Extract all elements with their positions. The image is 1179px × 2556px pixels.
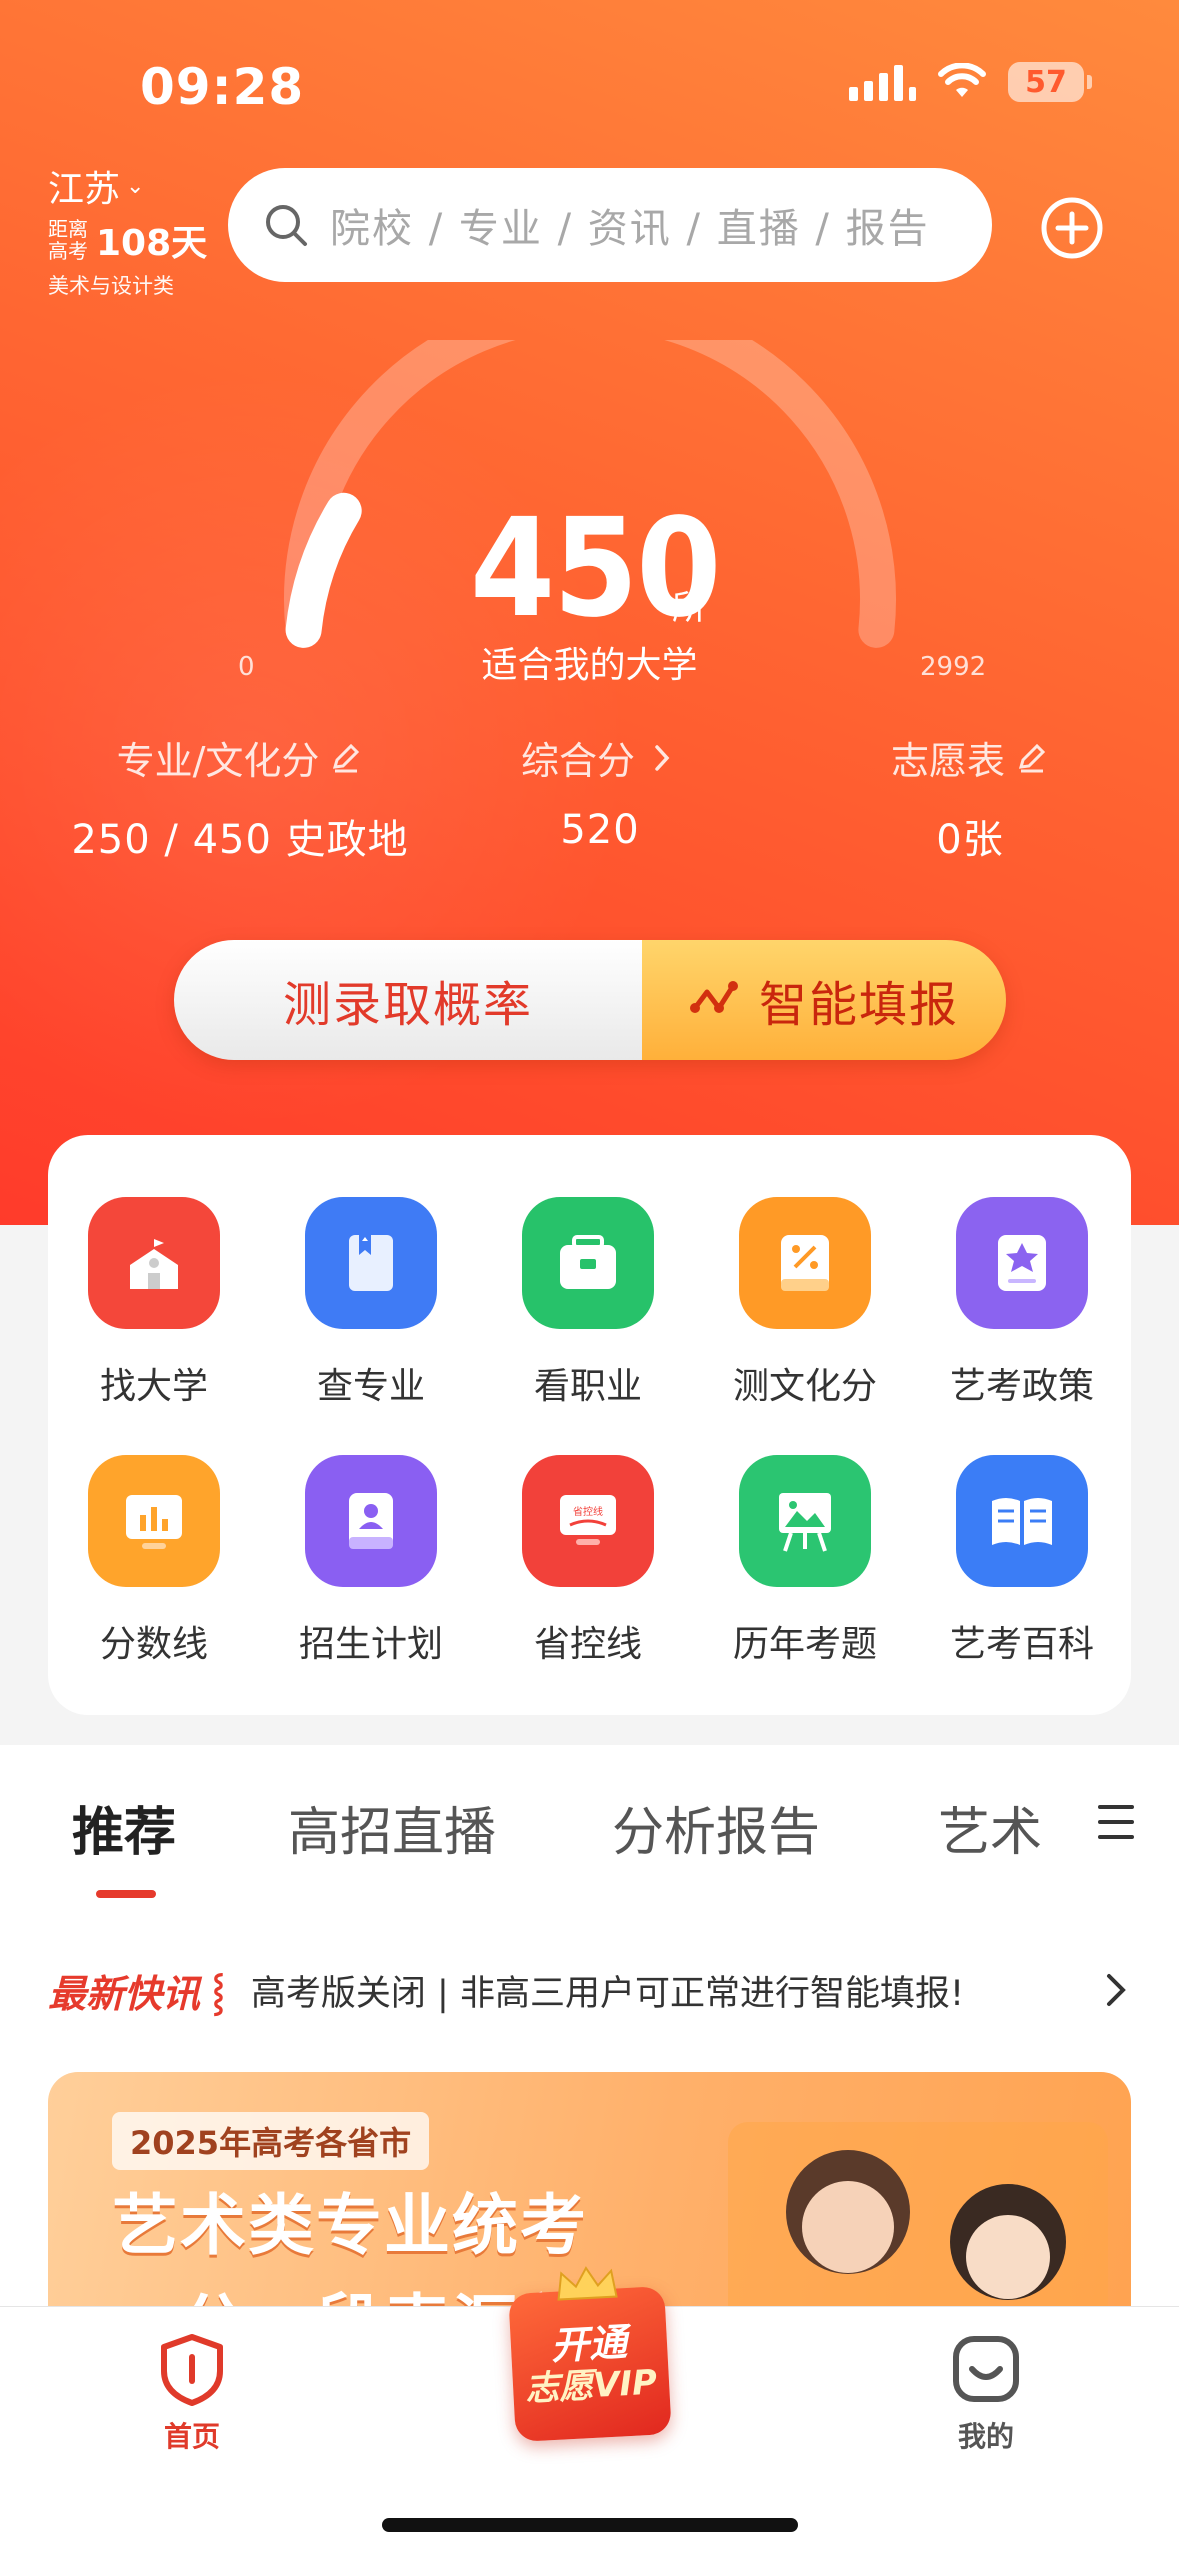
open-book-icon	[956, 1455, 1088, 1587]
grid-item-4[interactable]: 测文化分	[705, 1197, 905, 1409]
grid-item-label: 省控线	[533, 1624, 642, 1665]
stat-score[interactable]: 专业/文化分 250 / 450 史政地	[60, 730, 420, 865]
stat-composite-label: 综合分	[520, 739, 635, 783]
star-doc-icon	[956, 1197, 1088, 1329]
search-input[interactable]: 院校 / 专业 / 资讯 / 直播 / 报告	[228, 168, 992, 282]
grid-item-10[interactable]: 艺考百科	[922, 1455, 1122, 1667]
grid-item-label: 测文化分	[732, 1366, 877, 1407]
status-time: 09:28	[140, 58, 305, 116]
tab-indicator	[96, 1890, 156, 1898]
vip-line2: 志愿VIP	[524, 2362, 659, 2410]
stat-score-label: 专业/文化分	[116, 739, 320, 783]
banner-year-tag: 2025年高考各省市	[112, 2112, 430, 2170]
grid-item-label: 艺考百科	[949, 1624, 1094, 1665]
nav-mine-label: 我的	[957, 2420, 1014, 2453]
gauge-min: 0	[238, 652, 255, 682]
grid-item-9[interactable]: 历年考题	[705, 1455, 905, 1667]
svg-text:省控线: 省控线	[573, 1505, 603, 1518]
stat-score-value: 250 / 450 史政地	[71, 817, 409, 863]
trend-icon	[689, 981, 738, 1013]
smile-face-icon	[953, 2336, 1019, 2402]
countdown-days: 108天	[96, 223, 208, 264]
bar-chart-icon	[88, 1455, 220, 1587]
person-doc-icon	[305, 1455, 437, 1587]
search-icon	[266, 205, 307, 246]
vip-line1: 开通	[549, 2320, 629, 2368]
chevron-right-icon	[1107, 1974, 1126, 2006]
grid-item-label: 分数线	[99, 1624, 208, 1665]
crown-icon	[557, 2266, 618, 2301]
wifi-icon	[938, 63, 986, 97]
grid-item-label: 艺考政策	[949, 1366, 1094, 1407]
edit-icon	[333, 743, 360, 772]
stat-form-label: 志愿表	[890, 739, 1005, 783]
grid-item-label: 找大学	[99, 1366, 208, 1407]
nav-home[interactable]: 首页	[92, 2331, 292, 2455]
grid-item-8[interactable]: 省控线 省控线	[488, 1455, 688, 1667]
region-selector[interactable]: 江苏 ⌄ 距离 高考 108天 美术与设计类	[48, 160, 207, 300]
grid-item-1[interactable]: 找大学	[54, 1197, 254, 1409]
news-separator-icon: ⸾	[212, 1971, 225, 2013]
school-icon	[88, 1197, 220, 1329]
grid-item-5[interactable]: 艺考政策	[922, 1197, 1122, 1409]
home-shield-icon	[161, 2334, 223, 2406]
stat-form-value: 0张	[936, 817, 1004, 863]
action-pill: 测录取概率 智能填报	[174, 940, 1006, 1060]
smart-fill-button[interactable]: 智能填报	[642, 940, 1006, 1060]
banner-title: 艺术类专业统考	[112, 2187, 588, 2264]
gauge-max: 2992	[920, 652, 987, 682]
feature-grid: 找大学 查专业 看职业 测文化分 艺考政策 分数线 招生计划 省控线 省控线 历年考题 艺考百科	[48, 1135, 1131, 1715]
grid-item-label: 招生计划	[298, 1624, 443, 1665]
grid-item-3[interactable]: 看职业	[488, 1197, 688, 1409]
exam-countdown: 距离 高考 108天	[48, 214, 207, 266]
gauge-unit: 所	[672, 588, 706, 628]
nav-mine[interactable]: 我的	[886, 2331, 1086, 2455]
book-icon	[305, 1197, 437, 1329]
tab-recommend[interactable]: 推荐	[72, 1790, 176, 1865]
stat-composite-value: 520	[560, 807, 640, 853]
home-indicator	[382, 2518, 798, 2532]
stat-composite[interactable]: 综合分 520	[460, 730, 740, 853]
tab-art[interactable]: 艺术	[938, 1790, 1042, 1865]
search-placeholder: 院校 / 专业 / 资讯 / 直播 / 报告	[330, 206, 930, 252]
nav-home-label: 首页	[163, 2420, 220, 2453]
chevron-down-icon: ⌄	[126, 173, 145, 199]
grid-item-label: 查专业	[316, 1366, 425, 1407]
grid-item-label: 历年考题	[732, 1624, 877, 1665]
admission-probability-button[interactable]: 测录取概率	[174, 940, 642, 1060]
percent-book-icon	[739, 1197, 871, 1329]
grid-item-label: 看职业	[533, 1366, 642, 1407]
news-ticker[interactable]: 最新快讯 ⸾ 高考版关闭 | 非高三用户可正常进行智能填报!	[48, 1960, 1131, 2020]
monitor-icon: 省控线	[522, 1455, 654, 1587]
briefcase-icon	[522, 1197, 654, 1329]
news-tag: 最新快讯	[48, 1971, 201, 2016]
grid-item-7[interactable]: 招生计划	[271, 1455, 471, 1667]
subject-category: 美术与设计类	[48, 274, 174, 298]
gauge-caption: 适合我的大学	[481, 645, 698, 686]
grid-item-6[interactable]: 分数线	[54, 1455, 254, 1667]
vip-upgrade-button[interactable]: 开通 志愿VIP	[508, 2266, 672, 2442]
tab-live[interactable]: 高招直播	[288, 1790, 496, 1865]
region-name: 江苏	[48, 169, 121, 210]
news-text: 高考版关闭 | 非高三用户可正常进行智能填报!	[250, 1973, 964, 2014]
add-circle-icon[interactable]	[1040, 196, 1104, 260]
signal-icon	[849, 63, 916, 101]
chevron-right-icon	[655, 744, 670, 771]
smart-fill-label: 智能填报	[758, 977, 959, 1033]
easel-icon	[739, 1455, 871, 1587]
tab-reports[interactable]: 分析报告	[612, 1790, 820, 1865]
battery-icon: 57	[1008, 62, 1092, 102]
edit-icon	[1018, 743, 1046, 772]
stat-application-form[interactable]: 志愿表 0张	[820, 730, 1120, 865]
menu-icon[interactable]	[1098, 1805, 1134, 1839]
grid-item-2[interactable]: 查专业	[271, 1197, 471, 1409]
status-icons: 57	[849, 62, 1092, 102]
